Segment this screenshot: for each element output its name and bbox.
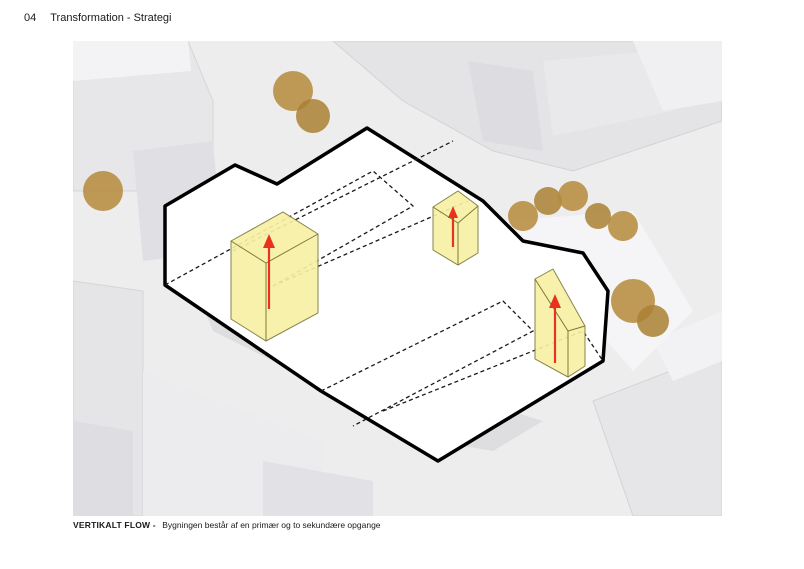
tree-icon [83, 171, 123, 211]
diagram-canvas [73, 41, 722, 516]
page-number: 04 [24, 12, 37, 24]
tree-icon [637, 305, 669, 337]
tree-icon [508, 201, 538, 231]
stair-core-secondary-1 [432, 190, 479, 266]
axonometric-diagram [73, 41, 722, 516]
figure-caption: VERTIKALT FLOW - Bygningen består af en … [73, 518, 381, 532]
tree-icon [608, 211, 638, 241]
tree-icon [585, 203, 611, 229]
page-title: Transformation - Strategi [50, 12, 172, 24]
caption-label: VERTIKALT FLOW - [73, 520, 156, 530]
caption-text: Bygningen består af en primær og to seku… [162, 520, 381, 530]
tree-icon [296, 99, 330, 133]
page-header: 04 Transformation - Strategi [24, 10, 172, 26]
tree-icon [534, 187, 562, 215]
tree-icon [558, 181, 588, 211]
